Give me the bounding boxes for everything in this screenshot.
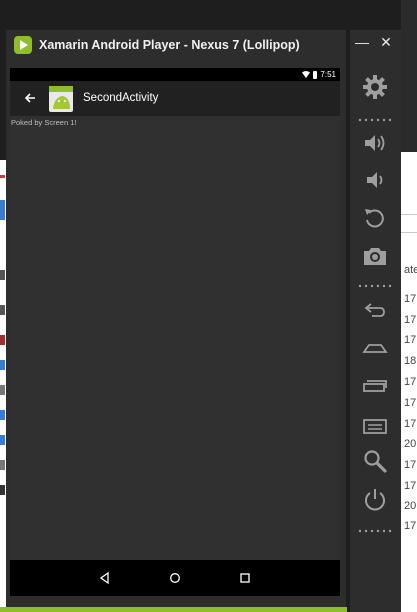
background-mark xyxy=(0,435,5,445)
battery-icon xyxy=(313,70,318,79)
background-mark xyxy=(0,270,5,280)
background-divider xyxy=(401,214,417,215)
recent-apps-icon[interactable] xyxy=(362,372,388,398)
settings-gear-icon[interactable] xyxy=(362,74,388,100)
background-text: 17 xyxy=(404,520,417,532)
back-arrow-icon[interactable] xyxy=(21,89,39,107)
background-mark xyxy=(0,410,5,420)
activity-title: SecondActivity xyxy=(83,92,159,104)
minimize-button[interactable]: — xyxy=(352,30,372,54)
background-text: 17 xyxy=(404,397,417,409)
rotate-icon[interactable] xyxy=(362,205,388,231)
background-text: 20 xyxy=(404,438,417,450)
background-text: 17 xyxy=(404,334,417,346)
status-time: 7:51 xyxy=(320,70,336,79)
android-navigation-bar xyxy=(10,560,340,596)
power-icon[interactable] xyxy=(362,486,388,512)
android-app-icon xyxy=(48,85,74,113)
window-title: Xamarin Android Player - Nexus 7 (Lollip… xyxy=(39,38,300,52)
title-bar[interactable]: Xamarin Android Player - Nexus 7 (Lollip… xyxy=(6,30,346,62)
background-window-dark-area xyxy=(401,0,417,152)
background-text: 17 xyxy=(404,376,417,388)
background-divider xyxy=(401,232,417,233)
background-mark xyxy=(0,175,5,178)
device-screen[interactable]: 7:51 SecondActivity Poked by Screen 1! xyxy=(10,68,340,596)
background-text: 18 xyxy=(404,355,417,367)
home-icon[interactable] xyxy=(362,335,388,361)
background-mark xyxy=(0,385,5,395)
background-mark xyxy=(0,460,5,470)
nav-back-icon[interactable] xyxy=(96,569,114,587)
taskbar-accent-strip xyxy=(0,607,347,612)
emulator-window: Xamarin Android Player - Nexus 7 (Lollip… xyxy=(6,30,346,612)
volume-up-icon[interactable] xyxy=(362,130,388,156)
android-status-bar: 7:51 xyxy=(10,68,340,81)
background-text: 17 xyxy=(404,418,417,430)
background-mark xyxy=(0,485,5,495)
background-text: 17 xyxy=(404,459,417,471)
background-text: 17 xyxy=(404,314,417,326)
background-text: 20 xyxy=(404,500,417,512)
poked-message: Poked by Screen 1! xyxy=(11,118,77,127)
background-mark xyxy=(0,360,5,370)
nav-home-icon[interactable] xyxy=(166,569,184,587)
background-mark xyxy=(0,305,5,315)
action-bar: SecondActivity xyxy=(10,81,340,116)
background-mark xyxy=(0,335,5,345)
menu-icon[interactable] xyxy=(362,410,388,436)
nav-recents-icon[interactable] xyxy=(236,569,254,587)
background-text: ate xyxy=(404,264,417,276)
background-text: 17 xyxy=(404,480,417,492)
separator-dots xyxy=(358,529,392,533)
xamarin-player-logo-icon xyxy=(14,36,32,54)
background-window: ate 17 17 17 18 17 17 17 20 17 17 20 17 xyxy=(401,0,417,612)
wifi-icon xyxy=(302,71,311,78)
close-button[interactable]: ✕ xyxy=(376,30,396,54)
volume-down-icon[interactable] xyxy=(362,167,388,193)
separator-dots xyxy=(358,284,392,288)
background-mark xyxy=(0,200,5,220)
separator-dots xyxy=(358,118,392,122)
search-icon[interactable] xyxy=(362,448,388,474)
camera-icon[interactable] xyxy=(362,243,388,269)
back-icon[interactable] xyxy=(362,296,388,322)
emulator-toolbar: — ✕ xyxy=(350,30,401,612)
background-text: 17 xyxy=(404,293,417,305)
